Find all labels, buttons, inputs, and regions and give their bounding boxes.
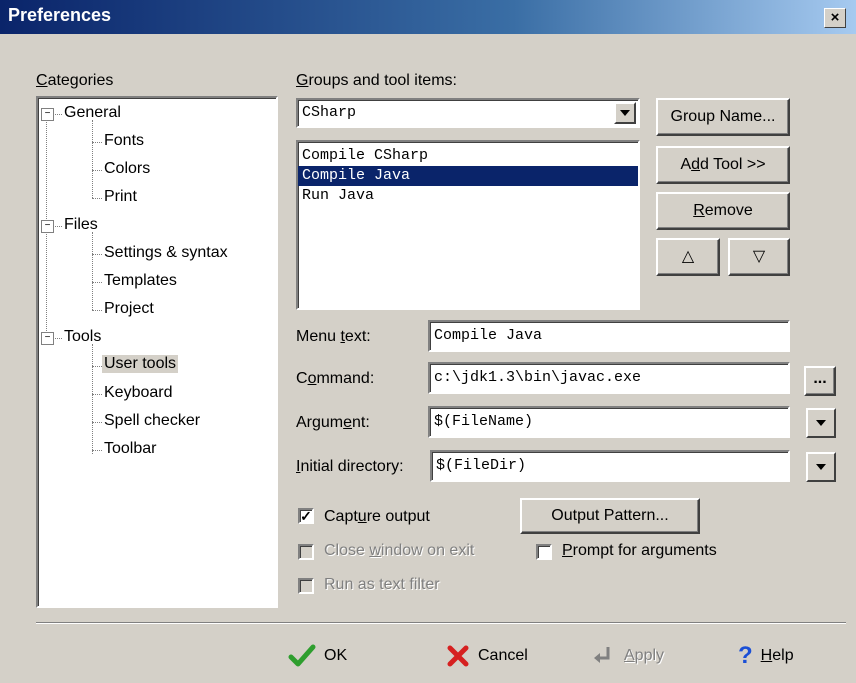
browse-command-button[interactable]: ... [804,366,836,396]
argument-input[interactable]: $(FileName) [428,406,790,438]
triangle-down-icon: ▽ [752,248,766,265]
chevron-down-icon [620,110,630,116]
footer-separator [36,622,846,624]
cancel-button[interactable]: Cancel [446,644,528,668]
tree-item-general[interactable]: General [64,104,121,122]
command-label: Command: [296,370,375,387]
tree-item-toolbar[interactable]: Toolbar [104,440,156,458]
group-name-button[interactable]: Group Name... [656,98,790,136]
apply-button: Apply [592,644,664,668]
menu-text-label: Menu text: [296,328,371,345]
close-window-on-exit-checkbox [298,544,314,560]
prompt-for-arguments-label[interactable]: Prompt for arguments [562,542,717,560]
add-tool-button[interactable]: Add Tool >> [656,146,790,184]
groups-label: Groups and tool items: [296,72,457,89]
tree-item-templates[interactable]: Templates [104,272,177,290]
group-combo-dropdown-button[interactable] [614,102,636,124]
move-up-button[interactable]: △ [656,238,720,276]
tree-item-keyboard[interactable]: Keyboard [104,384,173,402]
help-button[interactable]: ? Help [738,642,794,670]
run-as-text-filter-label: Run as text filter [324,576,440,593]
run-as-text-filter-checkbox [298,578,314,594]
initial-directory-input[interactable]: $(FileDir) [430,450,790,482]
tree-item-spell-checker[interactable]: Spell checker [104,412,200,430]
triangle-up-icon: △ [681,248,695,265]
tree-item-colors[interactable]: Colors [104,160,150,178]
tree-item-print[interactable]: Print [104,188,137,206]
tree-item-fonts[interactable]: Fonts [104,132,144,150]
tree-item-files[interactable]: Files [64,216,98,234]
list-item[interactable]: Compile CSharp [298,146,638,166]
collapse-general-icon[interactable]: − [41,108,54,121]
collapse-files-icon[interactable]: − [41,220,54,233]
chevron-down-icon [816,464,826,470]
argument-dropdown-button[interactable] [806,408,836,438]
capture-output-label[interactable]: Capture output [324,508,430,526]
collapse-tools-icon[interactable]: − [41,332,54,345]
window-title: Preferences [8,5,112,25]
categories-label: Categories [36,72,114,89]
tree-item-user-tools[interactable]: User tools [102,355,179,373]
ok-button[interactable]: OK [288,644,347,668]
tool-items-list[interactable]: Compile CSharp Compile Java Run Java [296,140,640,310]
initial-directory-label: Initial directory: [296,458,404,475]
group-combo-value: CSharp [302,104,357,121]
checkmark-icon [288,644,316,667]
list-item[interactable]: Run Java [298,186,638,206]
prompt-for-arguments-checkbox[interactable] [536,544,552,560]
menu-text-input[interactable]: Compile Java [428,320,790,352]
return-arrow-icon [594,647,610,663]
x-mark-icon [447,645,469,667]
categories-tree[interactable]: − General Fonts Colors Print − Files Set… [36,96,278,608]
group-combo[interactable]: CSharp [296,98,640,128]
question-mark-icon: ? [738,642,753,669]
command-input[interactable]: c:\jdk1.3\bin\javac.exe [428,362,790,394]
remove-button[interactable]: Remove [656,192,790,230]
chevron-down-icon [816,420,826,426]
output-pattern-button[interactable]: Output Pattern... [520,498,700,534]
initial-directory-dropdown-button[interactable] [806,452,836,482]
capture-output-checkbox[interactable]: ✓ [298,508,314,524]
move-down-button[interactable]: ▽ [728,238,790,276]
close-window-on-exit-label: Close window on exit [324,542,475,559]
tree-item-settings-syntax[interactable]: Settings & syntax [104,244,228,262]
list-item-selected[interactable]: Compile Java [298,166,638,186]
tree-item-project[interactable]: Project [104,300,154,318]
title-bar [0,0,856,34]
argument-label: Argument: [296,414,370,431]
tree-item-tools[interactable]: Tools [64,328,101,346]
close-button[interactable]: × [824,8,846,28]
